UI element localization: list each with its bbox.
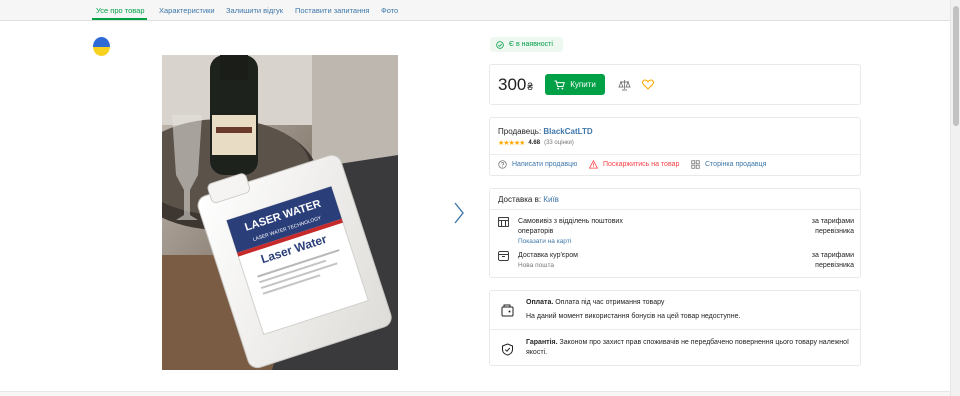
page-scrollbar[interactable] <box>950 0 960 396</box>
seller-line: Продавець: BlackCatLTD <box>498 127 593 136</box>
seller-card: Продавець: BlackCatLTD ★★★★★ 4.68 (33 оц… <box>489 117 861 176</box>
cart-icon <box>554 80 566 89</box>
wishlist-heart-icon[interactable] <box>642 79 654 90</box>
write-seller-link[interactable]: Написати продавцю <box>498 160 577 169</box>
seller-name-link[interactable]: BlackCatLTD <box>543 127 592 136</box>
delivery-option-title: Самовивіз з відділень поштових операторі… <box>518 218 623 235</box>
ukraine-flag-icon <box>93 37 110 56</box>
delivery-option-title: Доставка кур'єром <box>518 252 578 259</box>
rating-count: (33 оцінки) <box>544 140 574 146</box>
warranty-title: Гарантія. <box>526 339 558 346</box>
buy-button[interactable]: Купити <box>545 74 605 95</box>
warranty-description: Законом про захист прав споживачів не пе… <box>526 339 849 356</box>
warning-icon <box>589 160 598 169</box>
price-value: 300 <box>498 75 527 94</box>
product-photo-image: LASER WATER LASER WATER TECHNOLOGY Laser… <box>162 55 398 370</box>
scrollbar-thumb[interactable] <box>953 6 959 126</box>
tab-all-about-product[interactable]: Усе про товар <box>96 6 145 15</box>
divider <box>490 209 860 210</box>
payment-description: Оплата під час отримання товару <box>555 299 665 306</box>
next-image-arrow-icon[interactable] <box>453 202 465 224</box>
product-photo[interactable]: LASER WATER LASER WATER TECHNOLOGY Laser… <box>162 55 398 370</box>
seller-page-link[interactable]: Сторінка продавця <box>691 160 766 169</box>
show-on-map-link[interactable]: Показати на карті <box>518 238 571 245</box>
availability-badge: Є в наявності <box>490 37 563 52</box>
bottom-strip <box>0 391 950 396</box>
rating-stars-icon: ★★★★★ <box>498 140 525 147</box>
price-currency: ₴ <box>527 82 533 93</box>
delivery-prefix: Доставка в: <box>498 195 542 204</box>
price-card: 300₴ Купити <box>489 64 861 105</box>
payment-title: Оплата. <box>526 299 554 306</box>
wallet-icon <box>501 304 514 317</box>
rating-value: 4.68 <box>528 140 541 146</box>
grid-icon <box>691 160 700 169</box>
delivery-card: Доставка в: Київ Самовивіз з відділень п… <box>489 188 861 278</box>
delivery-heading: Доставка в: Київ <box>498 195 559 204</box>
seller-page-label: Сторінка продавця <box>705 161 767 168</box>
tab-characteristics[interactable]: Характеристики <box>159 6 215 15</box>
post-office-icon <box>498 217 509 227</box>
delivery-option-price: за тарифами перевізника <box>811 252 854 269</box>
delivery-option-price: за тарифами перевізника <box>811 218 854 235</box>
report-product-label: Поскаржитись на товар <box>603 161 680 168</box>
warranty-text: Гарантія. Законом про захист прав спожив… <box>526 338 854 358</box>
divider <box>490 329 860 330</box>
delivery-option-carrier: Нова пошта <box>518 262 554 269</box>
seller-rating: ★★★★★ 4.68 (33 оцінки) <box>498 139 574 147</box>
product-tabs: Усе про товар Характеристики Залишити ві… <box>0 0 950 21</box>
payment-warranty-card: Оплата. Оплата під час отримання товару … <box>489 290 861 366</box>
tab-leave-review[interactable]: Залишити відгук <box>226 6 283 15</box>
tab-photos[interactable]: Фото <box>381 6 398 15</box>
buy-button-label: Купити <box>570 80 596 89</box>
tab-ask-question[interactable]: Поставити запитання <box>295 6 369 15</box>
divider <box>490 154 860 155</box>
write-seller-label: Написати продавцю <box>512 161 578 168</box>
payment-bonus-note: На даний момент використання бонусів на … <box>526 313 741 320</box>
price: 300₴ <box>498 75 533 95</box>
delivery-city-link[interactable]: Київ <box>543 195 559 204</box>
shield-icon <box>502 343 513 356</box>
report-product-link[interactable]: Поскаржитись на товар <box>589 160 679 169</box>
courier-box-icon <box>498 251 509 261</box>
payment-text: Оплата. Оплата під час отримання товару <box>526 298 854 308</box>
availability-label: Є в наявності <box>509 41 553 48</box>
seller-prefix: Продавець: <box>498 127 542 136</box>
check-circle-icon <box>496 40 504 49</box>
active-tab-indicator <box>92 18 147 20</box>
compare-scales-icon[interactable] <box>618 79 631 91</box>
question-circle-icon <box>498 160 507 169</box>
